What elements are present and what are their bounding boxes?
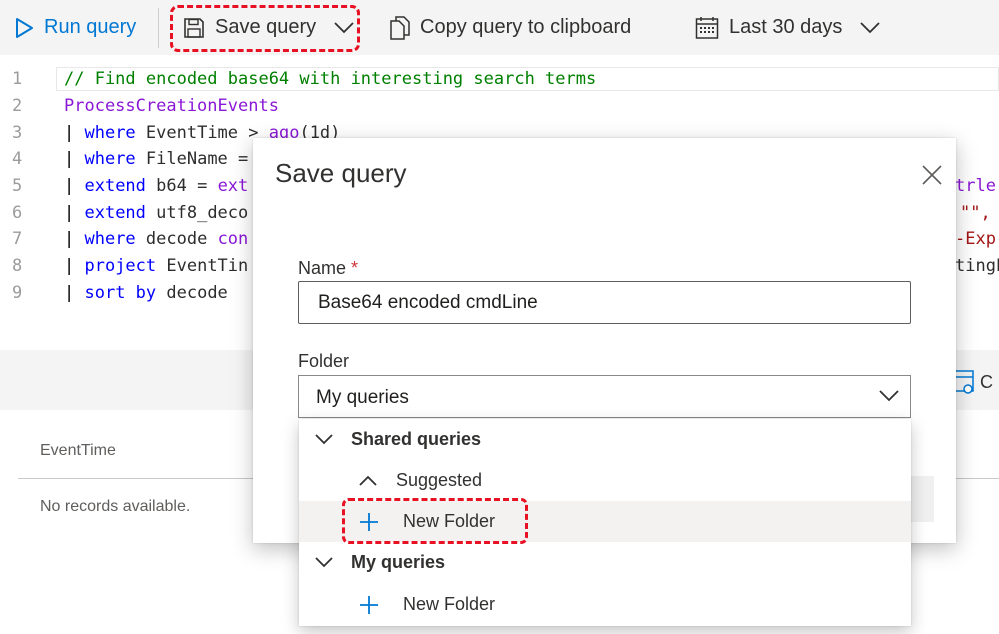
dialog-title: Save query [275,158,407,188]
run-query-button[interactable]: Run query [14,0,136,55]
name-input[interactable]: Base64 encoded cmdLine [298,281,911,324]
code-text: // Find encoded base64 with interesting … [64,69,596,89]
line-number: 8 [12,256,23,277]
code-text: | where FileName = [64,149,248,169]
code-token: ext [217,176,249,197]
copy-query-button[interactable]: Copy query to clipboard [390,0,631,55]
code-token: extend [84,202,146,223]
code-text: | extend b64 = ext [64,176,248,196]
play-icon [16,17,33,38]
tree-item-new-folder-mine[interactable]: New Folder [299,584,911,625]
code-token: EventTin [156,256,249,277]
time-range-dropdown[interactable]: Last 30 days [695,0,881,55]
chevron-up-icon [359,475,377,486]
new-folder-highlight [342,498,528,544]
line-number: 7 [12,229,23,250]
code-text: | sort by decode [64,283,228,303]
code-text: | project EventTin [64,256,248,276]
code-token: | [64,282,85,303]
query-toolbar: Run query Save query Copy query to clipb… [0,0,999,55]
name-input-value: Base64 encoded cmdLine [318,291,538,313]
code-token: | [64,229,85,250]
plus-icon [360,596,378,614]
toolbar-divider [158,8,159,48]
time-range-label: Last 30 days [729,16,843,38]
empty-results-message: No records available. [40,498,191,515]
copy-query-label: Copy query to clipboard [420,16,632,38]
tree-item-label: New Folder [403,594,496,614]
line-number: 3 [12,122,23,143]
code-line-overflow-text: tingE [955,255,999,276]
column-header-eventtime[interactable]: EventTime [40,442,116,460]
code-token: | [64,122,85,143]
calendar-icon [695,16,719,39]
tree-item-suggested[interactable]: Suggested [299,460,911,501]
folder-field-label: Folder [298,351,350,371]
tree-item-label: Suggested [396,470,483,490]
line-number: 2 [12,95,23,116]
results-action-label: C [980,372,993,392]
code-line-overflow-text: -Exp [955,229,996,250]
code-token: where [84,122,136,143]
line-number: 6 [12,202,23,223]
code-text: | extend utf8_deco [64,203,248,223]
code-token: b64 = [145,176,218,197]
code-line-overflow-text: trle [955,175,996,196]
code-token: con [217,229,249,250]
code-token: where [84,149,136,170]
code-token: | [64,256,85,277]
name-field-label: Name * [298,258,358,279]
code-token: EventTime > [135,122,269,143]
tree-item-label: Shared queries [351,429,482,449]
close-icon[interactable] [921,164,943,186]
tree-item-my-queries[interactable]: My queries [299,542,911,583]
code-token: | [64,202,85,223]
chevron-down-icon [879,390,899,402]
code-token: utf8_deco [145,202,249,223]
run-query-label: Run query [44,16,137,38]
code-text: ProcessCreationEvents [64,96,279,116]
tree-item-label: My queries [351,552,446,572]
chevron-down-icon [860,21,881,33]
folder-select-value: My queries [316,387,409,408]
code-token: // Find encoded base64 with interesting … [64,69,597,90]
name-label-text: Name [298,258,347,278]
line-number: 9 [12,282,23,303]
copy-icon [390,15,410,40]
code-token: project [84,256,157,277]
chevron-down-icon [315,434,333,445]
code-token: | [64,149,85,170]
code-token: where [84,229,136,250]
line-number: 1 [12,69,23,90]
code-token: decode [156,282,228,303]
line-number: 5 [12,176,23,197]
code-token: sort by [84,282,157,303]
code-token: FileName = [135,149,249,170]
save-query-highlight [170,5,360,52]
tree-item-shared-queries[interactable]: Shared queries [299,419,911,460]
code-text: | where decode con [64,229,248,249]
code-line-overflow-text: "", [960,202,991,223]
required-marker: * [351,258,359,278]
code-token: | [64,176,85,197]
code-token: extend [84,176,146,197]
folder-select[interactable]: My queries [298,375,911,418]
chevron-down-icon [315,557,333,568]
line-number: 4 [12,149,23,170]
code-token: ProcessCreationEvents [64,95,279,116]
code-token: decode [135,229,218,250]
